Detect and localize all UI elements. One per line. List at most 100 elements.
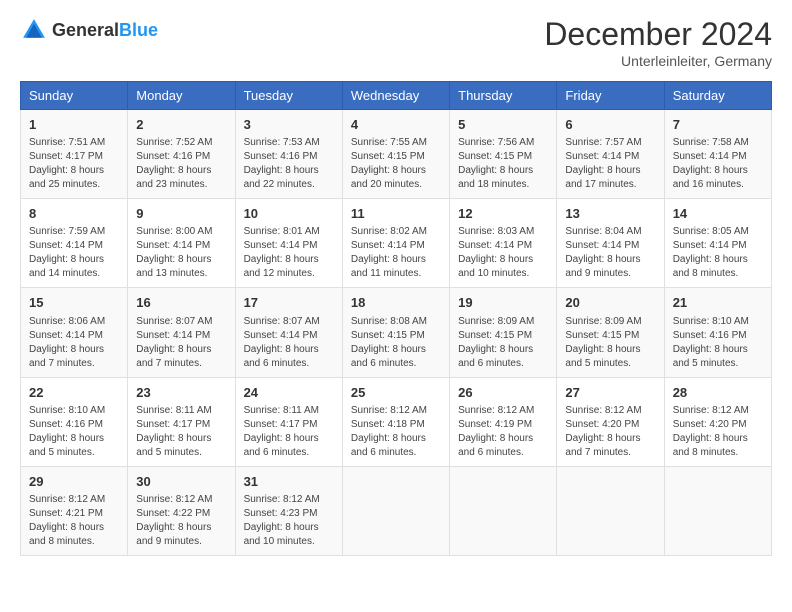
weekday-header: Tuesday bbox=[235, 82, 342, 110]
day-info: Sunrise: 7:52 AMSunset: 4:16 PMDaylight:… bbox=[136, 136, 226, 192]
day-number: 13 bbox=[565, 205, 655, 223]
calendar-day-cell: 3 Sunrise: 7:53 AMSunset: 4:16 PMDaylight… bbox=[235, 110, 342, 199]
calendar-week-row: 1Sunrise: 7:51 AMSunset: 4:17 PMDaylight… bbox=[21, 110, 772, 199]
day-number: 19 bbox=[458, 294, 548, 312]
day-number: 26 bbox=[458, 384, 548, 402]
calendar-day-cell: 16 Sunrise: 8:07 AMSunset: 4:14 PMDayligh… bbox=[128, 288, 235, 377]
day-info: Sunrise: 8:12 AMSunset: 4:18 PMDaylight:… bbox=[351, 404, 441, 460]
calendar-day-cell: 7 Sunrise: 7:58 AMSunset: 4:14 PMDaylight… bbox=[664, 110, 771, 199]
calendar-day-cell: 18 Sunrise: 8:08 AMSunset: 4:15 PMDayligh… bbox=[342, 288, 449, 377]
calendar-day-cell: 12 Sunrise: 8:03 AMSunset: 4:14 PMDayligh… bbox=[450, 199, 557, 288]
day-info: Sunrise: 8:06 AMSunset: 4:14 PMDaylight:… bbox=[29, 315, 119, 371]
day-info: Sunrise: 7:59 AMSunset: 4:14 PMDaylight:… bbox=[29, 225, 119, 281]
weekday-header: Friday bbox=[557, 82, 664, 110]
day-info: Sunrise: 8:09 AMSunset: 4:15 PMDaylight:… bbox=[458, 315, 548, 371]
day-number: 21 bbox=[673, 294, 763, 312]
day-number: 10 bbox=[244, 205, 334, 223]
day-number: 14 bbox=[673, 205, 763, 223]
day-number: 23 bbox=[136, 384, 226, 402]
day-info: Sunrise: 8:12 AMSunset: 4:22 PMDaylight:… bbox=[136, 493, 226, 549]
calendar-day-cell: 27 Sunrise: 8:12 AMSunset: 4:20 PMDayligh… bbox=[557, 377, 664, 466]
day-number: 27 bbox=[565, 384, 655, 402]
calendar-day-cell: 29Sunrise: 8:12 AMSunset: 4:21 PMDayligh… bbox=[21, 466, 128, 555]
calendar-table: SundayMondayTuesdayWednesdayThursdayFrid… bbox=[20, 81, 772, 556]
day-number: 29 bbox=[29, 473, 119, 491]
calendar-day-cell bbox=[342, 466, 449, 555]
day-info: Sunrise: 8:12 AMSunset: 4:20 PMDaylight:… bbox=[565, 404, 655, 460]
page-header: GeneralBlue December 2024 Unterleinleite… bbox=[20, 16, 772, 69]
day-number: 16 bbox=[136, 294, 226, 312]
calendar-week-row: 29Sunrise: 8:12 AMSunset: 4:21 PMDayligh… bbox=[21, 466, 772, 555]
day-info: Sunrise: 8:00 AMSunset: 4:14 PMDaylight:… bbox=[136, 225, 226, 281]
day-info: Sunrise: 8:04 AMSunset: 4:14 PMDaylight:… bbox=[565, 225, 655, 281]
weekday-header: Thursday bbox=[450, 82, 557, 110]
calendar-week-row: 8 Sunrise: 7:59 AMSunset: 4:14 PMDaylight… bbox=[21, 199, 772, 288]
calendar-day-cell: 20 Sunrise: 8:09 AMSunset: 4:15 PMDayligh… bbox=[557, 288, 664, 377]
day-number: 20 bbox=[565, 294, 655, 312]
calendar-week-row: 22Sunrise: 8:10 AMSunset: 4:16 PMDayligh… bbox=[21, 377, 772, 466]
day-number: 1 bbox=[29, 116, 119, 134]
calendar-day-cell: 6 Sunrise: 7:57 AMSunset: 4:14 PMDaylight… bbox=[557, 110, 664, 199]
logo-text: GeneralBlue bbox=[52, 20, 158, 41]
logo-general: General bbox=[52, 20, 119, 40]
day-number: 9 bbox=[136, 205, 226, 223]
day-info: Sunrise: 8:12 AMSunset: 4:19 PMDaylight:… bbox=[458, 404, 548, 460]
day-info: Sunrise: 8:11 AMSunset: 4:17 PMDaylight:… bbox=[136, 404, 226, 460]
day-info: Sunrise: 7:53 AMSunset: 4:16 PMDaylight:… bbox=[244, 136, 334, 192]
day-number: 30 bbox=[136, 473, 226, 491]
calendar-day-cell: 4 Sunrise: 7:55 AMSunset: 4:15 PMDaylight… bbox=[342, 110, 449, 199]
logo-icon bbox=[20, 16, 48, 44]
weekday-header: Wednesday bbox=[342, 82, 449, 110]
calendar-day-cell: 15Sunrise: 8:06 AMSunset: 4:14 PMDayligh… bbox=[21, 288, 128, 377]
calendar-day-cell: 14 Sunrise: 8:05 AMSunset: 4:14 PMDayligh… bbox=[664, 199, 771, 288]
calendar-day-cell bbox=[557, 466, 664, 555]
calendar-day-cell: 8 Sunrise: 7:59 AMSunset: 4:14 PMDaylight… bbox=[21, 199, 128, 288]
logo: GeneralBlue bbox=[20, 16, 158, 44]
day-info: Sunrise: 8:01 AMSunset: 4:14 PMDaylight:… bbox=[244, 225, 334, 281]
day-number: 3 bbox=[244, 116, 334, 134]
calendar-day-cell: 30 Sunrise: 8:12 AMSunset: 4:22 PMDayligh… bbox=[128, 466, 235, 555]
weekday-header: Saturday bbox=[664, 82, 771, 110]
calendar-day-cell: 31 Sunrise: 8:12 AMSunset: 4:23 PMDayligh… bbox=[235, 466, 342, 555]
day-info: Sunrise: 7:55 AMSunset: 4:15 PMDaylight:… bbox=[351, 136, 441, 192]
day-info: Sunrise: 7:56 AMSunset: 4:15 PMDaylight:… bbox=[458, 136, 548, 192]
day-number: 18 bbox=[351, 294, 441, 312]
day-info: Sunrise: 8:08 AMSunset: 4:15 PMDaylight:… bbox=[351, 315, 441, 371]
calendar-day-cell: 11Sunrise: 8:02 AMSunset: 4:14 PMDayligh… bbox=[342, 199, 449, 288]
day-info: Sunrise: 8:07 AMSunset: 4:14 PMDaylight:… bbox=[136, 315, 226, 371]
day-number: 4 bbox=[351, 116, 441, 134]
day-number: 28 bbox=[673, 384, 763, 402]
calendar-day-cell: 21 Sunrise: 8:10 AMSunset: 4:16 PMDayligh… bbox=[664, 288, 771, 377]
day-info: Sunrise: 8:12 AMSunset: 4:20 PMDaylight:… bbox=[673, 404, 763, 460]
day-number: 24 bbox=[244, 384, 334, 402]
calendar-day-cell bbox=[664, 466, 771, 555]
day-number: 11 bbox=[351, 205, 441, 223]
calendar-day-cell: 9 Sunrise: 8:00 AMSunset: 4:14 PMDaylight… bbox=[128, 199, 235, 288]
calendar-day-cell: 19 Sunrise: 8:09 AMSunset: 4:15 PMDayligh… bbox=[450, 288, 557, 377]
weekday-header-row: SundayMondayTuesdayWednesdayThursdayFrid… bbox=[21, 82, 772, 110]
calendar-day-cell: 5 Sunrise: 7:56 AMSunset: 4:15 PMDaylight… bbox=[450, 110, 557, 199]
day-info: Sunrise: 8:03 AMSunset: 4:14 PMDaylight:… bbox=[458, 225, 548, 281]
calendar-day-cell: 23 Sunrise: 8:11 AMSunset: 4:17 PMDayligh… bbox=[128, 377, 235, 466]
calendar-day-cell: 28 Sunrise: 8:12 AMSunset: 4:20 PMDayligh… bbox=[664, 377, 771, 466]
day-number: 8 bbox=[29, 205, 119, 223]
title-block: December 2024 Unterleinleiter, Germany bbox=[544, 16, 772, 69]
calendar-week-row: 15Sunrise: 8:06 AMSunset: 4:14 PMDayligh… bbox=[21, 288, 772, 377]
day-info: Sunrise: 8:11 AMSunset: 4:17 PMDaylight:… bbox=[244, 404, 334, 460]
day-info: Sunrise: 8:07 AMSunset: 4:14 PMDaylight:… bbox=[244, 315, 334, 371]
calendar-day-cell: 24 Sunrise: 8:11 AMSunset: 4:17 PMDayligh… bbox=[235, 377, 342, 466]
day-number: 7 bbox=[673, 116, 763, 134]
day-info: Sunrise: 7:57 AMSunset: 4:14 PMDaylight:… bbox=[565, 136, 655, 192]
day-info: Sunrise: 8:09 AMSunset: 4:15 PMDaylight:… bbox=[565, 315, 655, 371]
day-info: Sunrise: 8:12 AMSunset: 4:23 PMDaylight:… bbox=[244, 493, 334, 549]
day-info: Sunrise: 8:10 AMSunset: 4:16 PMDaylight:… bbox=[673, 315, 763, 371]
calendar-day-cell: 1Sunrise: 7:51 AMSunset: 4:17 PMDaylight… bbox=[21, 110, 128, 199]
day-number: 12 bbox=[458, 205, 548, 223]
day-info: Sunrise: 8:05 AMSunset: 4:14 PMDaylight:… bbox=[673, 225, 763, 281]
day-number: 31 bbox=[244, 473, 334, 491]
location-subtitle: Unterleinleiter, Germany bbox=[544, 53, 772, 69]
calendar-day-cell: 26 Sunrise: 8:12 AMSunset: 4:19 PMDayligh… bbox=[450, 377, 557, 466]
day-number: 5 bbox=[458, 116, 548, 134]
day-info: Sunrise: 7:58 AMSunset: 4:14 PMDaylight:… bbox=[673, 136, 763, 192]
day-number: 6 bbox=[565, 116, 655, 134]
